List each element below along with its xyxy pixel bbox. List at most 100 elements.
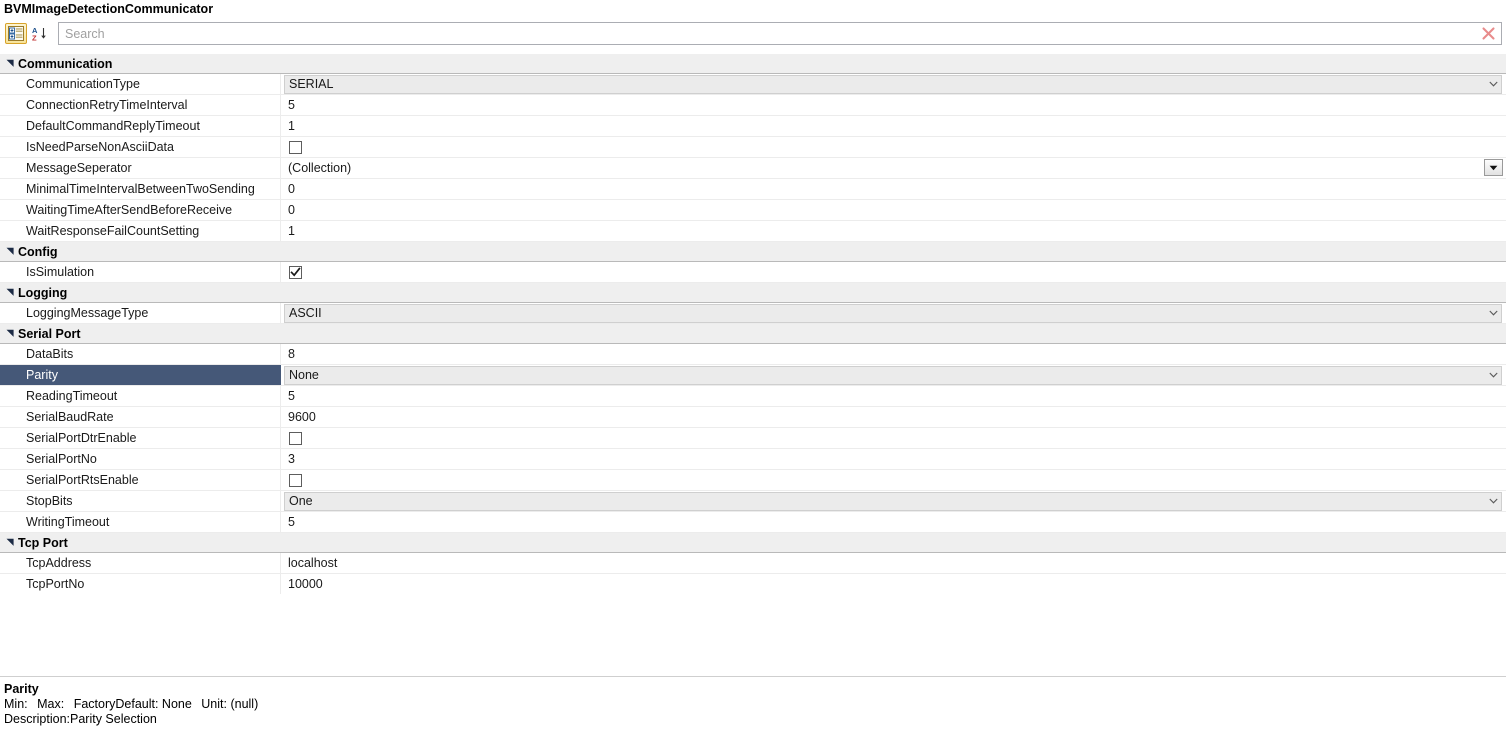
property-grid[interactable]: Communication CommunicationType SERIAL Conn… (0, 54, 1506, 594)
chevron-down-icon[interactable] (1485, 81, 1501, 87)
property-name: MinimalTimeIntervalBetweenTwoSending (0, 179, 281, 199)
chevron-down-icon[interactable] (1485, 498, 1501, 504)
check-icon (290, 266, 301, 277)
category-expander-icon[interactable] (0, 59, 18, 68)
factory-default-label: FactoryDefault: None (73, 697, 192, 711)
category-header[interactable]: Config (0, 242, 1506, 262)
property-row[interactable]: Parity None (0, 365, 1506, 386)
description-title: Parity (4, 682, 39, 696)
property-name: Parity (0, 365, 281, 385)
clear-search-button[interactable] (1475, 23, 1501, 44)
property-name: ReadingTimeout (0, 386, 281, 406)
property-row[interactable]: WritingTimeout 5 (0, 512, 1506, 533)
property-row[interactable]: MessageSeperator (Collection) (0, 158, 1506, 179)
category-expander-icon[interactable] (0, 288, 18, 297)
property-value-cell[interactable]: 5 (281, 512, 1506, 532)
property-row[interactable]: SerialPortRtsEnable (0, 470, 1506, 491)
category-header[interactable]: Tcp Port (0, 533, 1506, 553)
property-value-cell[interactable]: 5 (281, 95, 1506, 115)
property-value-cell[interactable]: 0 (281, 179, 1506, 199)
value-text: localhost (288, 555, 338, 570)
property-value-cell[interactable]: 5 (281, 386, 1506, 406)
property-row[interactable]: SerialPortNo 3 (0, 449, 1506, 470)
value-checkbox[interactable] (289, 140, 302, 154)
property-value-cell[interactable]: 1 (281, 116, 1506, 136)
property-name: IsSimulation (0, 262, 281, 282)
category-header[interactable]: Communication (0, 54, 1506, 74)
property-value-cell[interactable]: 10000 (281, 574, 1506, 594)
property-value-cell[interactable]: localhost (281, 553, 1506, 573)
value-dropdown-button[interactable] (1484, 159, 1503, 176)
search-box[interactable] (58, 22, 1502, 45)
categorized-view-button[interactable] (5, 23, 27, 44)
value-combobox[interactable]: ASCII (284, 303, 1502, 323)
property-value-cell[interactable]: 0 (281, 200, 1506, 220)
property-name: StopBits (0, 491, 281, 511)
property-name: SerialPortDtrEnable (0, 428, 281, 448)
description-text: Description:Parity Selection (4, 712, 157, 726)
sort-az-icon: A Z (32, 26, 46, 42)
property-row[interactable]: WaitingTimeAfterSendBeforeReceive 0 (0, 200, 1506, 221)
property-name: IsNeedParseNonAsciiData (0, 137, 281, 157)
property-value-cell[interactable]: 1 (281, 221, 1506, 241)
category-expander-icon[interactable] (0, 538, 18, 547)
category-label: Tcp Port (18, 535, 68, 550)
property-value-cell[interactable] (281, 428, 1506, 448)
category-header[interactable]: Serial Port (0, 324, 1506, 344)
property-value-cell[interactable] (281, 137, 1506, 157)
property-row[interactable]: TcpPortNo 10000 (0, 574, 1506, 594)
property-row[interactable]: MinimalTimeIntervalBetweenTwoSending 0 (0, 179, 1506, 200)
unit-label: Unit: (null) (201, 697, 259, 711)
property-value-cell[interactable]: 3 (281, 449, 1506, 469)
property-row[interactable]: TcpAddress localhost (0, 553, 1506, 574)
property-value-cell[interactable] (281, 470, 1506, 490)
property-value-cell[interactable]: 9600 (281, 407, 1506, 427)
chevron-down-icon[interactable] (1485, 372, 1501, 378)
categorized-icon (8, 26, 24, 41)
property-value-cell[interactable] (281, 262, 1506, 282)
description-meta-line: Min: Max: FactoryDefault: None Unit: (nu… (4, 697, 1506, 712)
property-row[interactable]: SerialPortDtrEnable (0, 428, 1506, 449)
property-row[interactable]: ConnectionRetryTimeInterval 5 (0, 95, 1506, 116)
chevron-down-icon (1489, 165, 1498, 170)
search-input[interactable] (59, 24, 1475, 43)
chevron-down-icon[interactable] (1485, 310, 1501, 316)
category-expander-icon[interactable] (0, 329, 18, 338)
property-value-cell[interactable]: None (281, 365, 1506, 385)
property-value-cell[interactable]: One (281, 491, 1506, 511)
property-row[interactable]: ReadingTimeout 5 (0, 386, 1506, 407)
value-checkbox[interactable] (289, 431, 302, 445)
property-name: WaitResponseFailCountSetting (0, 221, 281, 241)
property-row[interactable]: IsSimulation (0, 262, 1506, 283)
value-checkbox[interactable] (289, 265, 302, 279)
value-checkbox[interactable] (289, 473, 302, 487)
category-expander-icon[interactable] (0, 247, 18, 256)
property-name: TcpPortNo (0, 574, 281, 594)
property-value-cell[interactable]: (Collection) (281, 158, 1506, 178)
value-text: 8 (288, 346, 295, 361)
alphabetical-sort-button[interactable]: A Z (29, 23, 51, 44)
value-text: 3 (288, 451, 295, 466)
property-row[interactable]: SerialBaudRate 9600 (0, 407, 1506, 428)
value-combobox[interactable]: One (284, 491, 1502, 511)
property-row[interactable]: DefaultCommandReplyTimeout 1 (0, 116, 1506, 137)
value-combobox[interactable]: None (284, 365, 1502, 385)
property-value-cell[interactable]: 8 (281, 344, 1506, 364)
property-row[interactable]: StopBits One (0, 491, 1506, 512)
svg-text:Z: Z (32, 33, 37, 42)
property-row[interactable]: WaitResponseFailCountSetting 1 (0, 221, 1506, 242)
value-text: None (289, 368, 319, 382)
value-text: 1 (288, 118, 295, 133)
property-row[interactable]: IsNeedParseNonAsciiData (0, 137, 1506, 158)
property-name: TcpAddress (0, 553, 281, 573)
property-name: LoggingMessageType (0, 303, 281, 323)
property-row[interactable]: DataBits 8 (0, 344, 1506, 365)
category-header[interactable]: Logging (0, 283, 1506, 303)
property-row[interactable]: CommunicationType SERIAL (0, 74, 1506, 95)
value-text: 5 (288, 97, 295, 112)
property-row[interactable]: LoggingMessageType ASCII (0, 303, 1506, 324)
value-combobox[interactable]: SERIAL (284, 74, 1502, 94)
property-value-cell[interactable]: SERIAL (281, 74, 1506, 94)
property-value-cell[interactable]: ASCII (281, 303, 1506, 323)
property-name: CommunicationType (0, 74, 281, 94)
